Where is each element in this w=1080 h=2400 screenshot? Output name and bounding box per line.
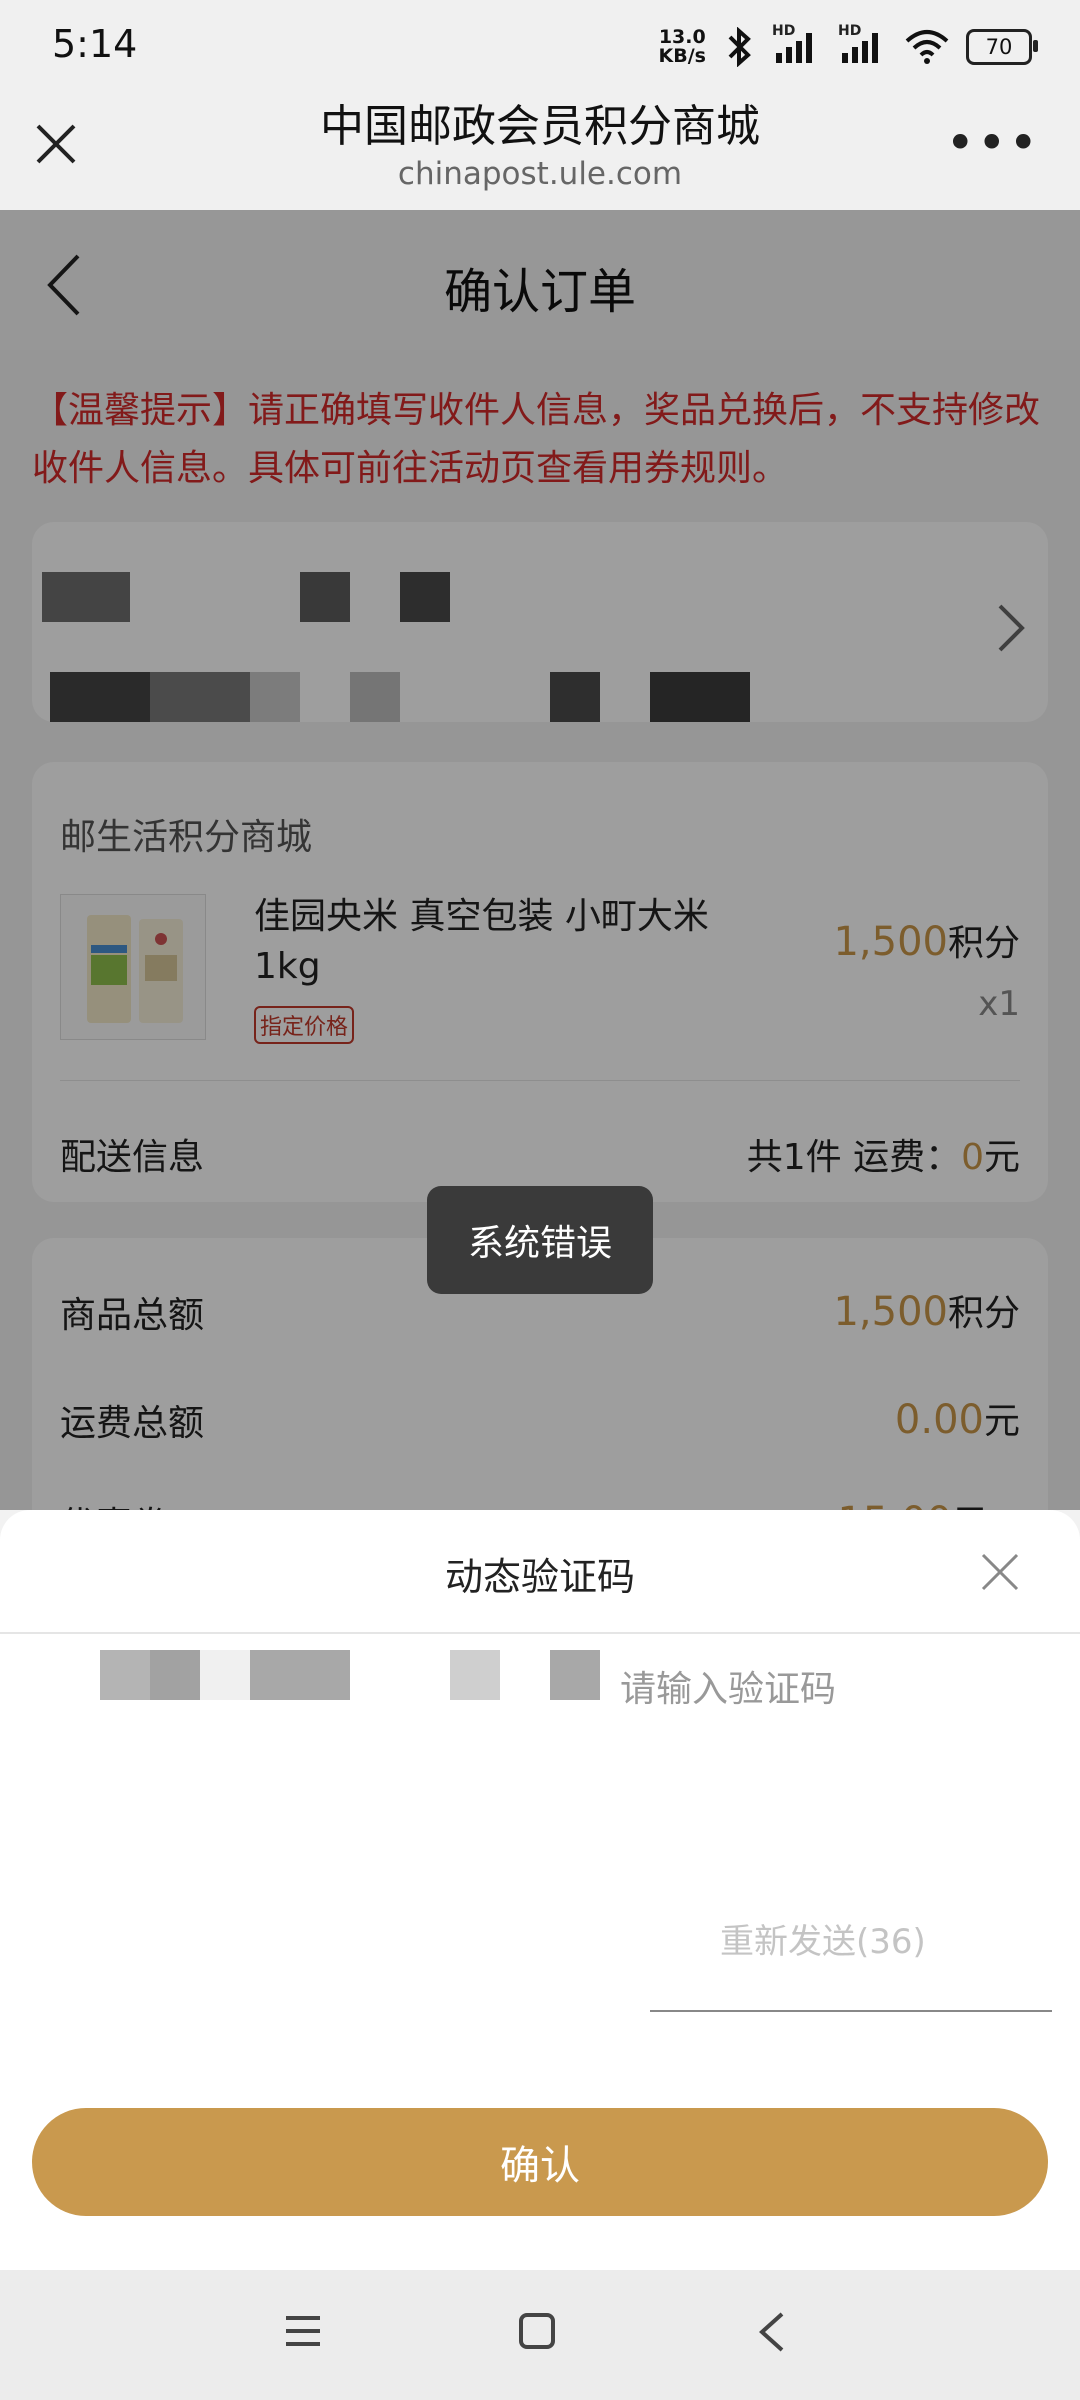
- menu-icon[interactable]: [284, 2312, 322, 2350]
- more-icon[interactable]: •••: [946, 118, 1040, 168]
- redacted-block: [450, 1650, 500, 1700]
- otp-sheet: 动态验证码 请输入验证码 重新发送(36) 确认: [0, 1510, 1080, 2270]
- status-bar: 5:14 13.0 KB/s HD HD 70: [0, 0, 1080, 90]
- resend-button[interactable]: 重新发送(36): [720, 1914, 926, 1963]
- sheet-title: 动态验证码: [444, 1555, 635, 1599]
- bluetooth-icon: [728, 27, 751, 67]
- otp-hint: 请输入验证码: [620, 1669, 837, 1710]
- browser-header: 中国邮政会员积分商城 chinapost.ule.com •••: [0, 90, 1080, 210]
- back-icon[interactable]: [754, 2310, 788, 2354]
- signal-1-icon: HD: [772, 23, 822, 67]
- redacted-block: [250, 1650, 350, 1700]
- browser-title: 中国邮政会员积分商城: [320, 101, 760, 152]
- error-toast: 系统错误: [427, 1186, 653, 1294]
- status-icons: 13.0 KB/s HD HD 70: [658, 20, 1038, 74]
- network-speed: 13.0 KB/s: [658, 26, 706, 67]
- status-time: 5:14: [52, 22, 138, 66]
- redacted-block: [150, 1650, 200, 1700]
- system-nav-bar: [0, 2270, 1080, 2400]
- confirm-button[interactable]: 确认: [32, 2108, 1048, 2216]
- otp-input-underline: [650, 2010, 1052, 2012]
- divider: [0, 1632, 1080, 1634]
- browser-url: chinapost.ule.com: [397, 156, 683, 192]
- close-icon[interactable]: [980, 1552, 1020, 1592]
- modal-overlay[interactable]: [0, 210, 1080, 1510]
- signal-2-icon: HD: [838, 23, 888, 67]
- redacted-block: [550, 1650, 600, 1700]
- redacted-block: [100, 1650, 150, 1700]
- battery-icon: 70: [966, 29, 1038, 65]
- redacted-block: [200, 1650, 250, 1700]
- wifi-icon: [905, 30, 949, 64]
- home-icon[interactable]: [518, 2312, 556, 2350]
